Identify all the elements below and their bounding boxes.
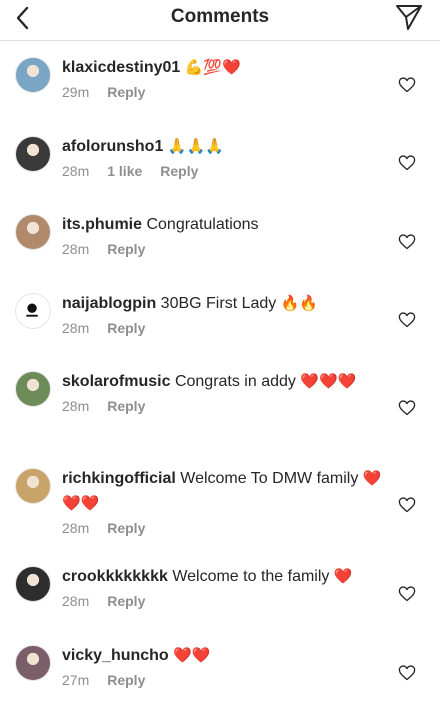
reply-button[interactable]: Reply: [107, 593, 145, 609]
comment-emoji: 🔥🔥: [280, 294, 319, 312]
comment-meta: 28m Reply: [62, 593, 382, 609]
comment-username[interactable]: afolorunsho1: [62, 138, 163, 155]
avatar[interactable]: [15, 293, 51, 329]
avatar[interactable]: [15, 57, 51, 93]
comment-timestamp: 28m: [62, 398, 90, 414]
comment-text: vicky_huncho ❤️❤️: [62, 643, 382, 668]
page-title: Comments: [170, 6, 270, 27]
comment-emoji: ❤️❤️: [173, 646, 211, 664]
reply-button[interactable]: Reply: [107, 672, 145, 688]
reply-button[interactable]: Reply: [107, 241, 145, 257]
comment-message: 30BG First Lady: [160, 295, 277, 312]
comment-row: afolorunsho1 🙏🙏🙏 28m 1 like Reply: [0, 120, 440, 198]
comment-message: Welcome to the family: [172, 568, 330, 585]
comment-username[interactable]: richkingofficial: [62, 470, 176, 487]
comment-text: naijablogpin 30BG First Lady 🔥🔥: [62, 291, 382, 316]
comment-body: skolarofmusic Congrats in addy ❤️❤️❤️ 28m…: [62, 369, 382, 414]
comment-timestamp: 28m: [62, 320, 90, 336]
avatar[interactable]: [15, 371, 51, 407]
comment-timestamp: 27m: [62, 672, 90, 688]
heart-icon[interactable]: [398, 77, 416, 93]
comment-meta: 27m Reply: [62, 672, 382, 688]
comment-text: richkingofficial Welcome To DMW family ❤…: [62, 466, 382, 516]
reply-button[interactable]: Reply: [107, 320, 145, 336]
reply-button[interactable]: Reply: [107, 84, 145, 100]
comment-meta: 28m Reply: [62, 241, 382, 257]
paper-plane-icon[interactable]: [394, 2, 424, 32]
heart-icon[interactable]: [398, 665, 416, 681]
comment-meta: 28m Reply: [62, 320, 382, 336]
comment-text: its.phumie Congratulations: [62, 212, 382, 237]
comment-row: klaxicdestiny01 💪💯❤️ 29m Reply: [0, 41, 440, 120]
comment-message: Congratulations: [146, 216, 259, 233]
comment-timestamp: 28m: [62, 163, 90, 179]
comment-text: afolorunsho1 🙏🙏🙏: [62, 134, 382, 159]
comment-meta: 29m Reply: [62, 84, 382, 100]
comment-username[interactable]: klaxicdestiny01: [62, 59, 180, 76]
comment-body: afolorunsho1 🙏🙏🙏 28m 1 like Reply: [62, 134, 382, 179]
comment-meta: 28m 1 like Reply: [62, 163, 382, 179]
comment-text: klaxicdestiny01 💪💯❤️: [62, 55, 382, 80]
heart-icon[interactable]: [398, 400, 416, 416]
comment-body: klaxicdestiny01 💪💯❤️ 29m Reply: [62, 55, 382, 100]
comment-timestamp: 29m: [62, 84, 90, 100]
avatar[interactable]: [15, 468, 51, 504]
comment-timestamp: 28m: [62, 593, 90, 609]
comment-timestamp: 28m: [62, 241, 90, 257]
comment-emoji: ❤️❤️❤️: [300, 372, 357, 390]
avatar[interactable]: [15, 136, 51, 172]
comment-emoji: 💪💯❤️: [184, 58, 241, 76]
comment-text: crookkkkkkkk Welcome to the family ❤️: [62, 564, 382, 589]
comment-meta: 28m Reply: [62, 398, 382, 414]
heart-icon[interactable]: [398, 312, 416, 328]
comment-emoji: ❤️: [333, 567, 353, 585]
comment-row: richkingofficial Welcome To DMW family ❤…: [0, 452, 440, 550]
comment-body: crookkkkkkkk Welcome to the family ❤️ 28m…: [62, 564, 382, 609]
reply-button[interactable]: Reply: [107, 398, 145, 414]
comment-body: naijablogpin 30BG First Lady 🔥🔥 28m Reply: [62, 291, 382, 336]
comment-message: Welcome To DMW family: [180, 470, 359, 487]
top-bar: Comments: [0, 0, 440, 41]
reply-button[interactable]: Reply: [160, 163, 198, 179]
avatar[interactable]: [15, 214, 51, 250]
reply-button[interactable]: Reply: [107, 520, 145, 536]
comment-row: crookkkkkkkk Welcome to the family ❤️ 28m…: [0, 550, 440, 629]
heart-icon[interactable]: [398, 155, 416, 171]
comment-username[interactable]: its.phumie: [62, 216, 142, 233]
comment-row: naijablogpin 30BG First Lady 🔥🔥 28m Reply: [0, 277, 440, 355]
comment-text: skolarofmusic Congrats in addy ❤️❤️❤️: [62, 369, 382, 394]
comment-body: its.phumie Congratulations 28m Reply: [62, 212, 382, 257]
comment-username[interactable]: vicky_huncho: [62, 647, 169, 664]
comment-username[interactable]: skolarofmusic: [62, 373, 170, 390]
avatar[interactable]: [15, 645, 51, 681]
comment-row: skolarofmusic Congrats in addy ❤️❤️❤️ 28m…: [0, 355, 440, 452]
comment-row: vicky_huncho ❤️❤️ 27m Reply: [0, 629, 440, 709]
comment-message: Congrats in addy: [174, 373, 296, 390]
comment-timestamp: 28m: [62, 520, 90, 536]
comment-body: vicky_huncho ❤️❤️ 27m Reply: [62, 643, 382, 688]
comment-username[interactable]: naijablogpin: [62, 295, 156, 312]
comment-row: its.phumie Congratulations 28m Reply: [0, 198, 440, 277]
comment-username[interactable]: crookkkkkkkk: [62, 568, 168, 585]
heart-icon[interactable]: [398, 586, 416, 602]
comment-like-count[interactable]: 1 like: [107, 163, 142, 179]
heart-icon[interactable]: [398, 497, 416, 513]
comment-meta: 28m Reply: [62, 520, 382, 536]
comment-body: richkingofficial Welcome To DMW family ❤…: [62, 466, 382, 536]
heart-icon[interactable]: [398, 234, 416, 250]
avatar[interactable]: [15, 566, 51, 602]
comment-emoji: 🙏🙏🙏: [167, 137, 224, 155]
